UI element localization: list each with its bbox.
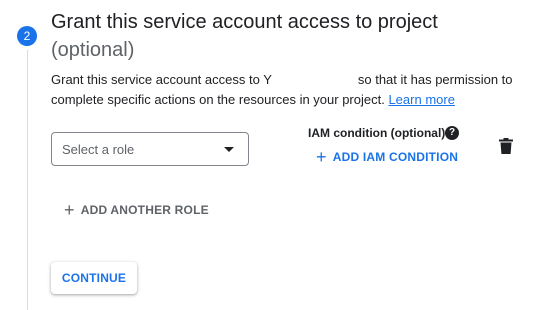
grant-access-step: 2 Grant this service account access to p…	[0, 0, 543, 310]
role-select[interactable]: Select a role	[51, 132, 249, 166]
iam-condition-label: IAM condition (optional)	[308, 126, 446, 140]
continue-button[interactable]: CONTINUE	[51, 262, 137, 294]
description-hidden-fragment: Y	[263, 72, 272, 87]
role-select-placeholder: Select a role	[62, 142, 135, 157]
add-iam-condition-label: ADD IAM CONDITION	[332, 150, 459, 164]
delete-role-icon[interactable]	[499, 138, 513, 154]
step-title-optional: (optional)	[51, 39, 135, 61]
learn-more-link[interactable]: Learn more	[388, 92, 454, 107]
redacted-project-name	[271, 73, 358, 88]
add-another-role-label: ADD ANOTHER ROLE	[80, 203, 209, 217]
step-connector-line	[27, 50, 28, 310]
step-number-badge: 2	[17, 26, 37, 46]
step-description: Grant this service account access to Yso…	[51, 70, 526, 110]
description-text-start: Grant this service account access to	[51, 72, 264, 87]
plus-icon: +	[316, 147, 327, 167]
help-icon[interactable]: ?	[445, 126, 459, 140]
step-title: Grant this service account access to pro…	[51, 11, 438, 33]
add-iam-condition-button[interactable]: + ADD IAM CONDITION	[316, 148, 458, 166]
dropdown-caret-icon	[224, 147, 234, 152]
add-another-role-button[interactable]: + ADD ANOTHER ROLE	[64, 201, 209, 219]
plus-icon: +	[64, 200, 75, 220]
